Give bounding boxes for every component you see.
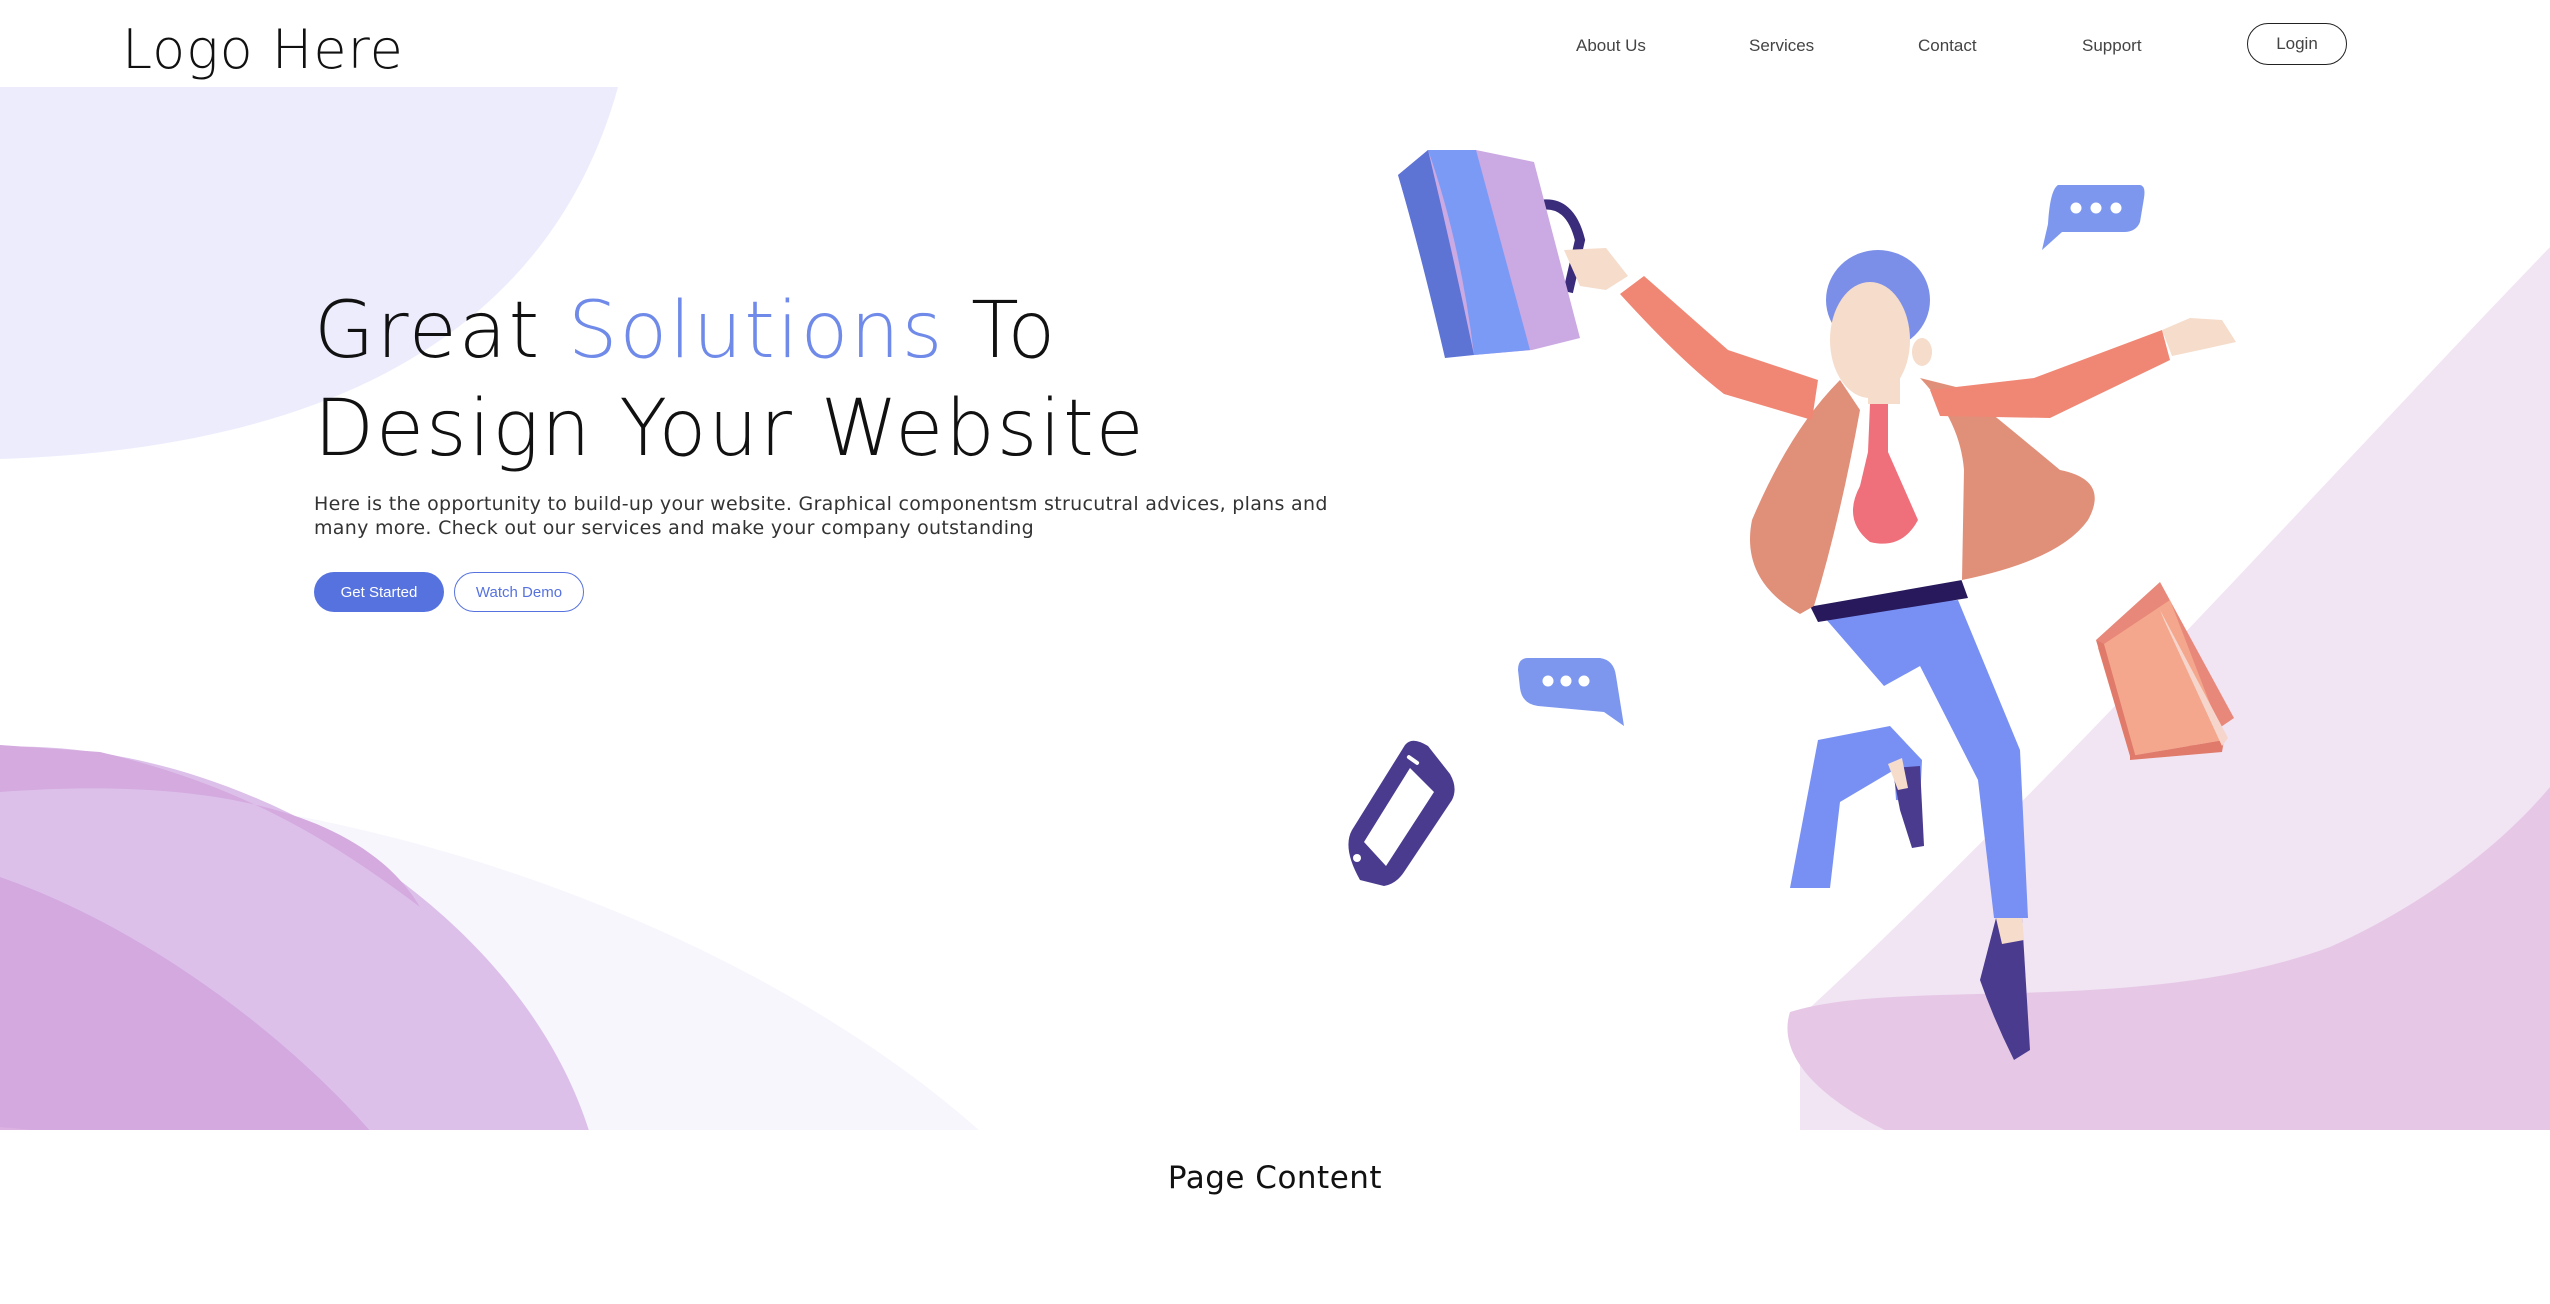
shopping-bag-icon bbox=[1398, 150, 1586, 358]
headline-part1: Great bbox=[314, 286, 568, 376]
headline-part2: To bbox=[944, 286, 1058, 376]
phone-icon bbox=[1348, 740, 1455, 886]
chat-bubble-icon bbox=[1518, 658, 1624, 726]
login-button[interactable]: Login bbox=[2247, 23, 2347, 65]
hero-section bbox=[0, 0, 2550, 1130]
nav-services[interactable]: Services bbox=[1749, 36, 1814, 56]
book-icon bbox=[2096, 582, 2234, 760]
hero-illustration bbox=[1348, 150, 2236, 1060]
headline-line2: Design Your Website bbox=[314, 384, 1146, 474]
logo[interactable]: Logo Here bbox=[122, 18, 404, 81]
headline-accent: Solutions bbox=[567, 286, 945, 376]
hero-headline: Great Solutions To Design Your Website bbox=[314, 282, 1146, 478]
chat-bubble-icon bbox=[2042, 185, 2145, 250]
nav-contact[interactable]: Contact bbox=[1918, 36, 1977, 56]
hero-subtext: Here is the opportunity to build-up your… bbox=[314, 493, 1328, 539]
get-started-button[interactable]: Get Started bbox=[314, 572, 444, 612]
page-content-heading: Page Content bbox=[1167, 1160, 1383, 1196]
watch-demo-button[interactable]: Watch Demo bbox=[454, 572, 584, 612]
nav-about-us[interactable]: About Us bbox=[1576, 36, 1646, 56]
nav-support[interactable]: Support bbox=[2082, 36, 2142, 56]
